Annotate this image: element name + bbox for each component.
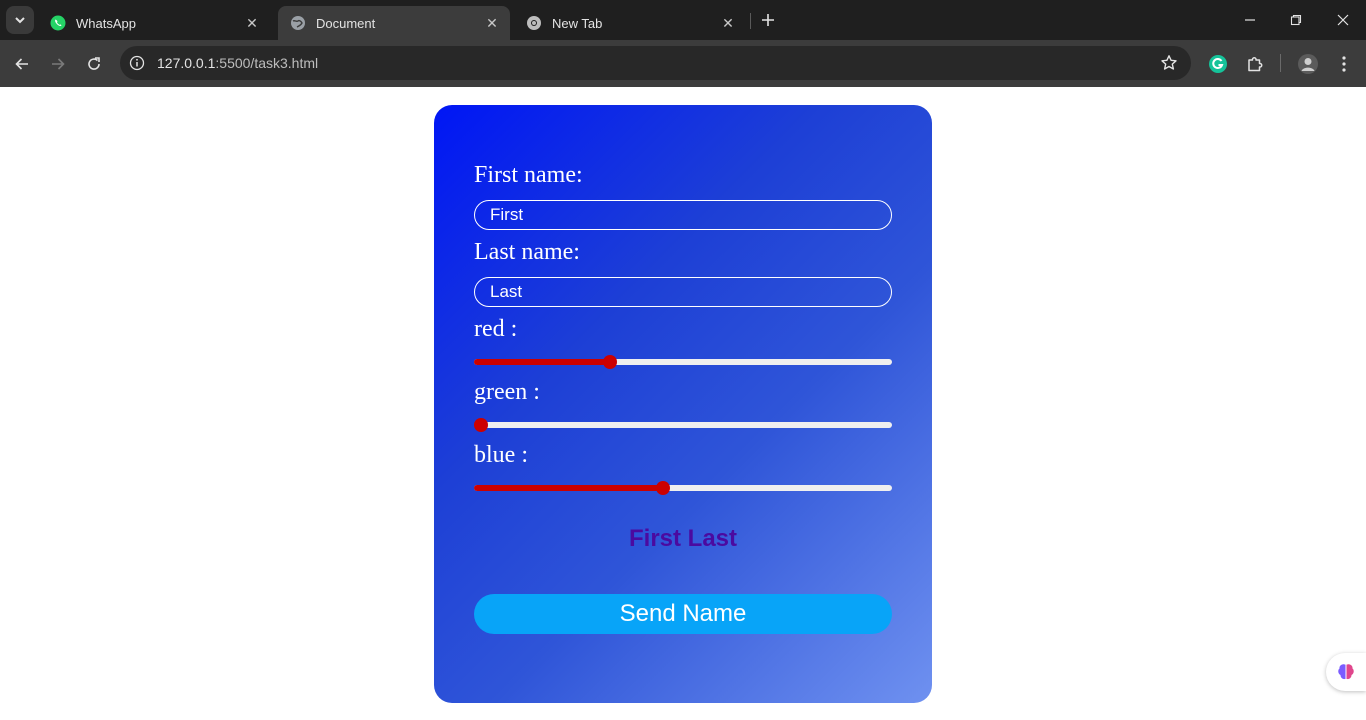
bookmark-star-icon[interactable] — [1159, 53, 1179, 73]
red-label: red : — [474, 316, 518, 342]
close-window-button[interactable] — [1331, 8, 1355, 32]
url-host: 127.0.0.1 — [157, 55, 216, 71]
red-slider[interactable] — [474, 355, 892, 369]
first-name-label: First name: — [474, 162, 583, 188]
address-bar[interactable]: 127.0.0.1:5500/task3.html — [120, 46, 1191, 80]
tab-strip: WhatsApp ✕ Document ✕ New Tab ✕ — [0, 0, 1366, 40]
new-tab-button[interactable] — [756, 8, 780, 32]
reload-button[interactable] — [80, 50, 108, 78]
slider-thumb[interactable] — [603, 355, 618, 369]
slider-thumb[interactable] — [474, 418, 488, 432]
green-slider[interactable] — [474, 418, 892, 432]
minimize-button[interactable] — [1238, 8, 1262, 32]
floating-extension-button[interactable] — [1326, 653, 1366, 691]
tab-whatsapp[interactable]: WhatsApp ✕ — [38, 6, 270, 40]
whatsapp-icon — [50, 15, 66, 31]
slider-fill — [474, 485, 663, 491]
extensions-puzzle-icon[interactable] — [1243, 52, 1267, 76]
slider-fill — [474, 359, 611, 365]
close-icon — [1337, 14, 1349, 26]
browser-toolbar: 127.0.0.1:5500/task3.html — [0, 40, 1366, 87]
restore-icon — [1290, 14, 1302, 26]
close-tab-icon[interactable]: ✕ — [482, 13, 502, 33]
blue-label: blue : — [474, 442, 528, 468]
plus-icon — [762, 14, 774, 26]
slider-track — [474, 422, 892, 428]
browser-menu-button[interactable] — [1332, 52, 1356, 76]
tab-document[interactable]: Document ✕ — [278, 6, 510, 40]
brain-icon — [1338, 664, 1354, 680]
url-path: :5500/task3.html — [215, 55, 319, 71]
chrome-icon — [526, 15, 542, 31]
green-label: green : — [474, 379, 540, 405]
slider-thumb[interactable] — [655, 481, 670, 495]
minimize-icon — [1245, 19, 1255, 21]
page-viewport: First name: Last name: red : green : blu… — [0, 87, 1366, 720]
last-name-label: Last name: — [474, 239, 580, 265]
arrow-left-icon — [15, 58, 28, 70]
forward-button[interactable] — [44, 50, 72, 78]
chevron-down-icon — [15, 17, 25, 24]
back-button[interactable] — [8, 50, 36, 78]
last-name-input[interactable] — [474, 277, 892, 307]
first-name-input[interactable] — [474, 200, 892, 230]
tab-label: WhatsApp — [76, 15, 136, 31]
kebab-menu-icon — [1342, 56, 1346, 72]
arrow-right-icon — [52, 58, 65, 70]
blue-slider[interactable] — [474, 481, 892, 495]
profile-avatar[interactable] — [1296, 52, 1320, 76]
site-info-icon[interactable] — [127, 53, 147, 73]
tab-separator — [750, 13, 751, 29]
tab-search-button[interactable] — [6, 6, 34, 34]
send-name-button[interactable]: Send Name — [474, 594, 892, 634]
tab-label: New Tab — [552, 15, 603, 31]
globe-icon — [290, 15, 306, 31]
restore-button[interactable] — [1284, 8, 1308, 32]
url-text: 127.0.0.1:5500/task3.html — [157, 55, 318, 71]
form-card: First name: Last name: red : green : blu… — [434, 105, 932, 703]
reload-icon — [88, 57, 100, 70]
grammarly-icon[interactable] — [1206, 52, 1230, 76]
close-tab-icon[interactable]: ✕ — [718, 13, 738, 33]
close-tab-icon[interactable]: ✕ — [242, 13, 262, 33]
toolbar-separator — [1280, 54, 1281, 72]
tab-new-tab[interactable]: New Tab ✕ — [514, 6, 746, 40]
full-name-output: First Last — [628, 525, 738, 552]
tab-label: Document — [316, 15, 376, 31]
